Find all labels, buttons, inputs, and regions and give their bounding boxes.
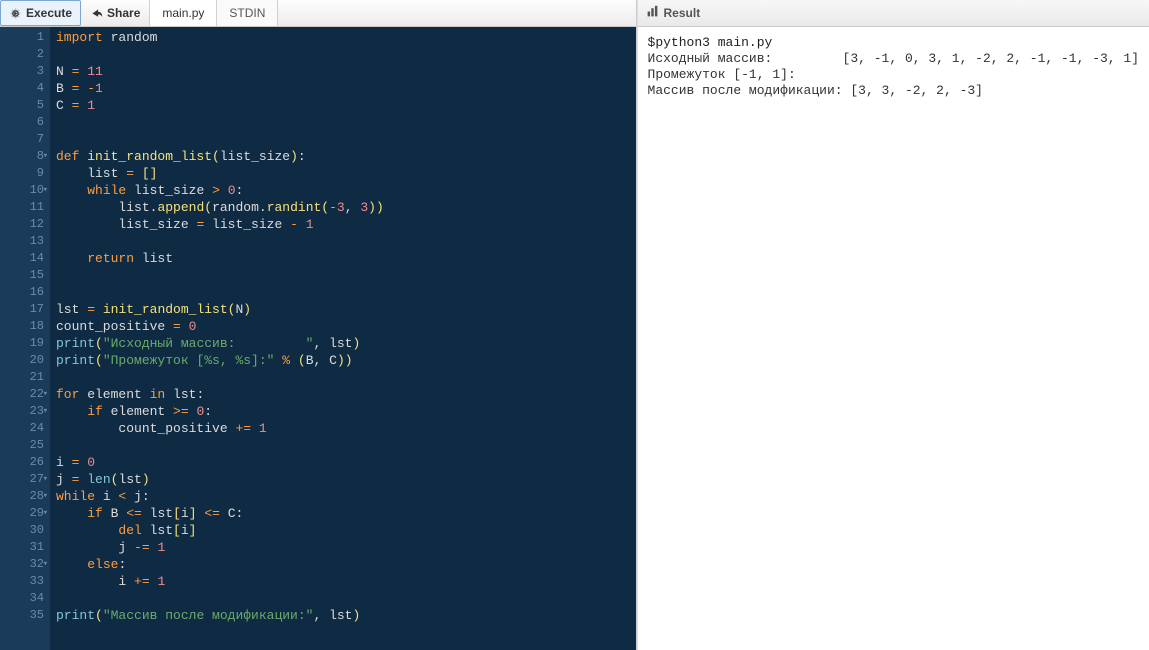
- line-number: 7: [2, 131, 44, 148]
- result-command: $python3 main.py: [648, 35, 1139, 51]
- code-line[interactable]: while i < j:: [56, 488, 630, 505]
- line-number: 28: [2, 488, 44, 505]
- code-editor[interactable]: 1234567891011121314151617181920212223242…: [0, 27, 636, 650]
- line-number: 12: [2, 216, 44, 233]
- code-line[interactable]: j = len(lst): [56, 471, 630, 488]
- result-title: Result: [664, 6, 701, 20]
- bar-chart-icon: [646, 5, 659, 21]
- code-line[interactable]: [56, 46, 630, 63]
- line-number: 31: [2, 539, 44, 556]
- line-number: 13: [2, 233, 44, 250]
- code-line[interactable]: i += 1: [56, 573, 630, 590]
- line-number: 35: [2, 607, 44, 624]
- line-number: 19: [2, 335, 44, 352]
- line-number: 27: [2, 471, 44, 488]
- code-line[interactable]: [56, 233, 630, 250]
- code-line[interactable]: else:: [56, 556, 630, 573]
- share-button[interactable]: Share: [81, 0, 149, 26]
- line-number: 20: [2, 352, 44, 369]
- editor-panel: Execute Share main.py STDIN 123456789101…: [0, 0, 637, 650]
- code-line[interactable]: return list: [56, 250, 630, 267]
- code-line[interactable]: N = 11: [56, 63, 630, 80]
- output-panel: Result $python3 main.pyИсходный массив: …: [637, 0, 1149, 650]
- line-number: 3: [2, 63, 44, 80]
- code-line[interactable]: list.append(random.randint(-3, 3)): [56, 199, 630, 216]
- code-line[interactable]: for element in lst:: [56, 386, 630, 403]
- line-number: 15: [2, 267, 44, 284]
- line-number: 17: [2, 301, 44, 318]
- share-label: Share: [107, 6, 140, 20]
- line-number: 4: [2, 80, 44, 97]
- code-line[interactable]: [56, 114, 630, 131]
- code-line[interactable]: B = -1: [56, 80, 630, 97]
- code-line[interactable]: C = 1: [56, 97, 630, 114]
- code-content[interactable]: import random N = 11B = -1C = 1 def init…: [50, 27, 636, 650]
- code-line[interactable]: [56, 590, 630, 607]
- line-number: 8: [2, 148, 44, 165]
- line-number: 10: [2, 182, 44, 199]
- code-line[interactable]: i = 0: [56, 454, 630, 471]
- line-number: 23: [2, 403, 44, 420]
- line-number: 6: [2, 114, 44, 131]
- line-number: 21: [2, 369, 44, 386]
- line-number: 32: [2, 556, 44, 573]
- result-line: Исходный массив: [3, -1, 0, 3, 1, -2, 2,…: [648, 51, 1139, 67]
- line-number: 2: [2, 46, 44, 63]
- line-number: 1: [2, 29, 44, 46]
- code-line[interactable]: print("Промежуток [%s, %s]:" % (B, C)): [56, 352, 630, 369]
- code-line[interactable]: while list_size > 0:: [56, 182, 630, 199]
- line-number: 34: [2, 590, 44, 607]
- code-line[interactable]: j -= 1: [56, 539, 630, 556]
- code-line[interactable]: [56, 369, 630, 386]
- gear-play-icon: [9, 7, 22, 20]
- code-line[interactable]: [56, 267, 630, 284]
- code-line[interactable]: if B <= lst[i] <= C:: [56, 505, 630, 522]
- code-line[interactable]: [56, 284, 630, 301]
- code-line[interactable]: if element >= 0:: [56, 403, 630, 420]
- execute-label: Execute: [26, 6, 72, 20]
- code-line[interactable]: print("Исходный массив: ", lst): [56, 335, 630, 352]
- line-number: 25: [2, 437, 44, 454]
- tab-stdin[interactable]: STDIN: [217, 0, 278, 26]
- code-line[interactable]: [56, 437, 630, 454]
- line-number: 24: [2, 420, 44, 437]
- line-number: 22: [2, 386, 44, 403]
- code-line[interactable]: list = []: [56, 165, 630, 182]
- code-line[interactable]: import random: [56, 29, 630, 46]
- code-line[interactable]: list_size = list_size - 1: [56, 216, 630, 233]
- line-number: 33: [2, 573, 44, 590]
- code-line[interactable]: def init_random_list(list_size):: [56, 148, 630, 165]
- line-number: 18: [2, 318, 44, 335]
- line-number: 11: [2, 199, 44, 216]
- tab-main[interactable]: main.py: [149, 0, 217, 26]
- code-line[interactable]: lst = init_random_list(N): [56, 301, 630, 318]
- tab-label: main.py: [162, 6, 204, 20]
- execute-button[interactable]: Execute: [0, 0, 81, 26]
- line-number: 14: [2, 250, 44, 267]
- line-number: 9: [2, 165, 44, 182]
- toolbar: Execute Share main.py STDIN: [0, 0, 636, 27]
- code-line[interactable]: [56, 131, 630, 148]
- tab-label: STDIN: [229, 6, 265, 20]
- line-number: 16: [2, 284, 44, 301]
- code-line[interactable]: print("Массив после модификации:", lst): [56, 607, 630, 624]
- result-header: Result: [638, 0, 1149, 27]
- code-line[interactable]: del lst[i]: [56, 522, 630, 539]
- line-number: 5: [2, 97, 44, 114]
- share-icon: [90, 7, 103, 20]
- line-number: 29: [2, 505, 44, 522]
- result-line: Массив после модификации: [3, 3, -2, 2, …: [648, 83, 1139, 99]
- line-number-gutter: 1234567891011121314151617181920212223242…: [0, 27, 50, 650]
- result-output[interactable]: $python3 main.pyИсходный массив: [3, -1,…: [638, 27, 1149, 650]
- code-line[interactable]: count_positive = 0: [56, 318, 630, 335]
- code-line[interactable]: count_positive += 1: [56, 420, 630, 437]
- result-line: Промежуток [-1, 1]:: [648, 67, 1139, 83]
- line-number: 30: [2, 522, 44, 539]
- line-number: 26: [2, 454, 44, 471]
